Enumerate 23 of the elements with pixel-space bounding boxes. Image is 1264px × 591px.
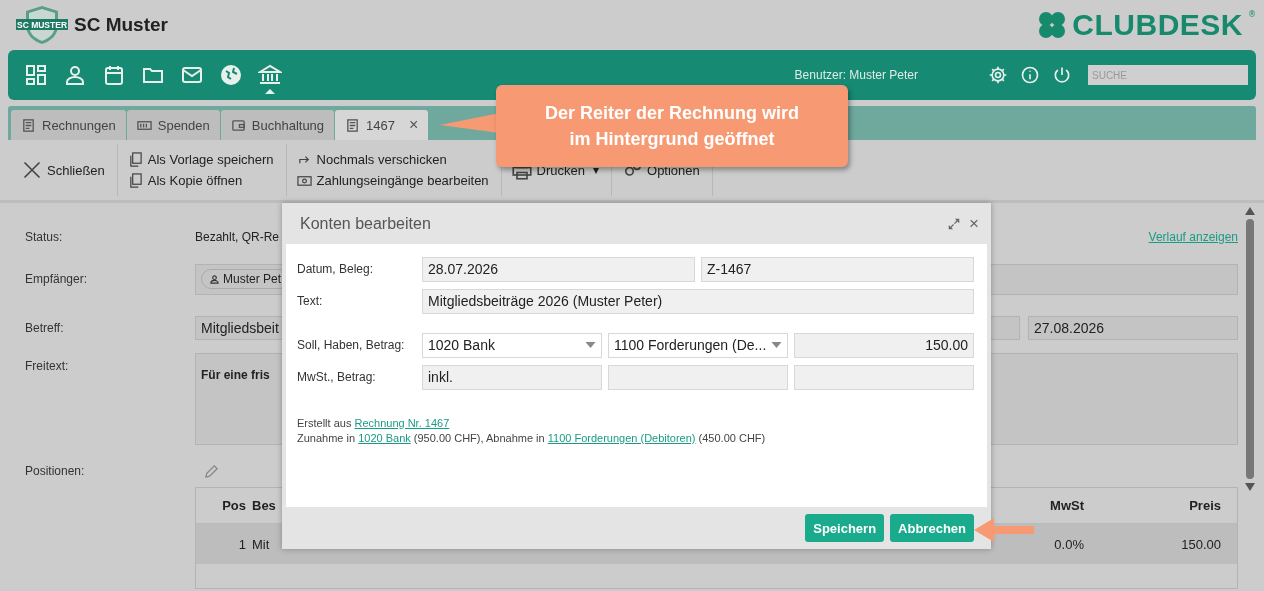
brand-name: CLUBDESK — [1072, 10, 1243, 40]
field-label: Freitext: — [25, 358, 70, 373]
club-name: SC Muster — [74, 14, 168, 36]
hint-tooltip: Der Reiter der Rechnung wird im Hintergrund geöffnet — [496, 85, 848, 167]
field-label: MwSt., Betrag: — [297, 370, 377, 384]
column-header: Pos — [221, 498, 246, 513]
column-header: Preis — [1188, 498, 1222, 513]
field-label: Status: — [25, 230, 64, 244]
field-label: Empfänger: — [25, 272, 89, 286]
column-header: Bes — [251, 498, 277, 513]
status-value: Bezahlt, QR-Re — [195, 230, 280, 244]
dialog-title: Konten bearbeiten — [300, 214, 431, 233]
user-label: Benutzer: Muster Peter — [794, 68, 918, 82]
info-text: Erstellt aus Rechnung Nr. 1467 — [297, 416, 451, 431]
field-label: Text: — [297, 294, 324, 308]
info-text: Zunahme in 1020 Bank (950.00 CHF), Abnahme in 1100 Forderungen (Debitoren) (450.00 CHF) — [297, 431, 767, 446]
field-label: Soll, Haben, Betrag: — [297, 338, 406, 352]
field-label: Positionen: — [25, 464, 86, 478]
field-label: Datum, Beleg: — [297, 262, 375, 276]
column-header: MwSt — [1049, 498, 1084, 513]
club-logo: SC MUSTER — [16, 5, 68, 45]
field-label: Betreff: — [25, 321, 65, 335]
registered-mark: ® — [1248, 10, 1256, 19]
